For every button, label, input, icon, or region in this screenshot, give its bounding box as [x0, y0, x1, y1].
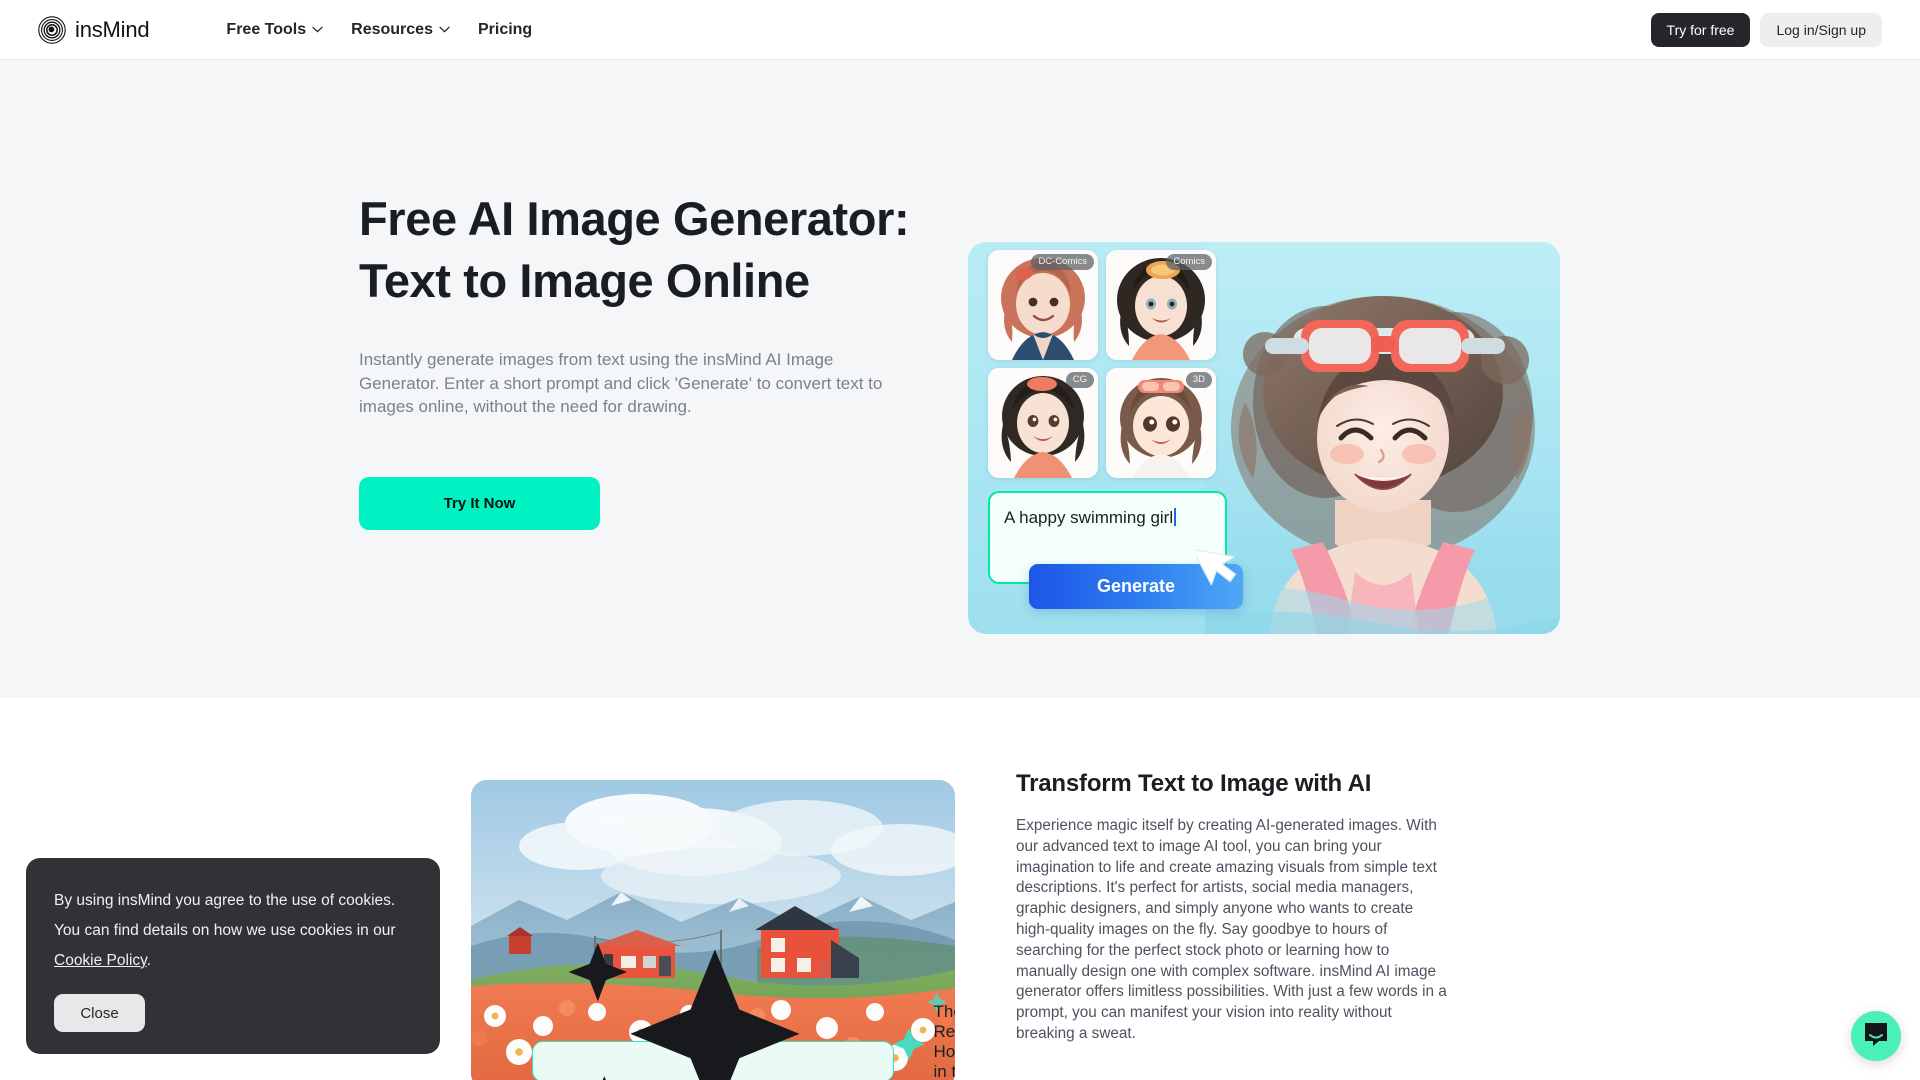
sample-image-card: The Red House in the Flower Field: [471, 780, 955, 1080]
chevron-down-icon: [312, 26, 323, 33]
hero-copy: Free AI Image Generator: Text to Image O…: [359, 188, 919, 530]
style-thumbnail-grid: DC-Comics Comics CG 3D: [988, 250, 1216, 478]
feature-title: Transform Text to Image with AI: [1016, 770, 1372, 797]
cookie-line-1: By using insMind you agree to the use of…: [54, 892, 396, 909]
cookie-close-button[interactable]: Close: [54, 994, 145, 1032]
mouse-cursor-icon: [1191, 535, 1242, 596]
prompt-text: A happy swimming girl: [1004, 508, 1174, 527]
hero-visual-card: DC-Comics Comics CG 3D A happy swimming …: [968, 242, 1560, 634]
cookie-line-2: You can find details on how we use cooki…: [54, 922, 396, 939]
site-header: insMind Free Tools Resources Pricing Try…: [0, 0, 1920, 60]
cookie-period: .: [146, 952, 152, 969]
brand-logo[interactable]: insMind: [38, 15, 150, 44]
thumbnail-3d[interactable]: 3D: [1106, 368, 1216, 478]
concentric-spiral-logo-icon: [38, 15, 66, 44]
sparkle-icon: [471, 907, 926, 1080]
nav-item-free-tools[interactable]: Free Tools: [212, 13, 337, 47]
cookie-policy-link[interactable]: Cookie Policy: [54, 952, 147, 969]
thumbnail-badge: 3D: [1185, 372, 1212, 388]
hero-section: Free AI Image Generator: Text to Image O…: [0, 60, 1920, 698]
thumbnail-badge: CG: [1065, 372, 1094, 388]
nav-label: Resources: [351, 20, 433, 38]
chat-bubble-smile-icon: [1863, 1021, 1889, 1052]
thumbnail-comics[interactable]: Comics: [1106, 250, 1216, 360]
login-signup-button[interactable]: Log in/Sign up: [1760, 13, 1882, 47]
thumbnail-cg[interactable]: CG: [988, 368, 1098, 478]
nav-item-resources[interactable]: Resources: [337, 13, 464, 47]
cookie-text: By using insMind you agree to the use of…: [54, 886, 412, 976]
page-root: insMind Free Tools Resources Pricing Try…: [0, 0, 1920, 1080]
nav-label: Free Tools: [226, 20, 307, 38]
try-it-now-button[interactable]: Try It Now: [359, 476, 600, 530]
text-caret: [1174, 508, 1177, 526]
header-actions: Try for free Log in/Sign up: [1650, 0, 1882, 60]
thumbnail-dc-comics[interactable]: DC-Comics: [988, 250, 1098, 360]
chevron-down-icon: [439, 26, 450, 33]
feature-body: Experience magic itself by creating AI-g…: [1016, 817, 1447, 1042]
feature-copy: Transform Text to Image with AI Experien…: [1016, 770, 1448, 1045]
thumbnail-badge: Comics: [1166, 254, 1212, 270]
hero-subtitle: Instantly generate images from text usin…: [359, 350, 883, 417]
cookie-banner: By using insMind you agree to the use of…: [26, 858, 440, 1054]
chat-launcher-button[interactable]: [1851, 1011, 1901, 1061]
main-nav: Free Tools Resources Pricing: [212, 13, 546, 47]
nav-item-pricing[interactable]: Pricing: [464, 13, 546, 47]
nav-label: Pricing: [477, 20, 533, 38]
thumbnail-badge: DC-Comics: [1031, 254, 1094, 270]
image-caption-text: The Red House in the Flower Field: [933, 1001, 956, 1080]
image-caption-pill: The Red House in the Flower Field: [532, 942, 955, 1080]
brand-name: insMind: [75, 16, 150, 42]
try-for-free-button[interactable]: Try for free: [1650, 13, 1751, 47]
swimming-girl-illustration: [1205, 242, 1560, 634]
page-title: Free AI Image Generator: Text to Image O…: [359, 192, 910, 307]
